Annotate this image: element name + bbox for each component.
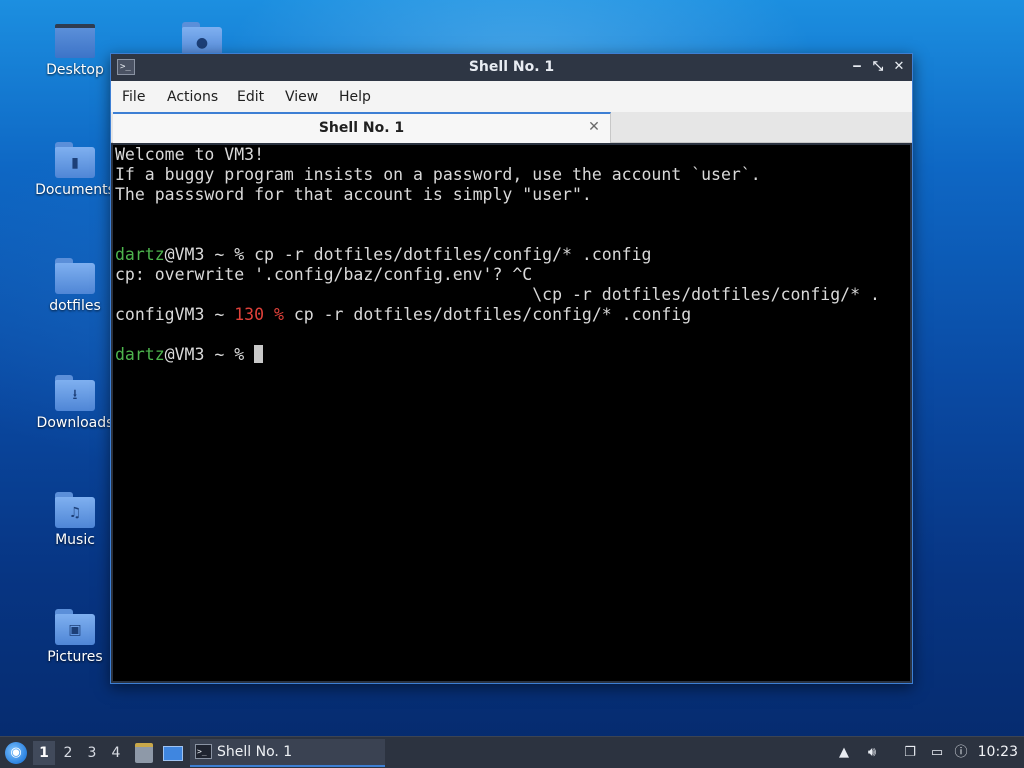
terminal-window[interactable]: >_ Shell No. 1 ‒ ⤡ ✕ File Actions Edit V… <box>110 53 913 684</box>
tab-strip: Shell No. 1 ✕ <box>111 112 912 143</box>
taskbar: ◉ 1 2 3 4 >_ Shell No. 1 ▲ 🔊︎ ❐ ▭ ⓘ 10:2… <box>0 736 1024 768</box>
folder-documents-icon: ▮ <box>55 142 95 178</box>
terminal-prompt-line: dartz@VM3 ~ % <box>115 345 264 365</box>
menu-view[interactable]: View <box>279 81 324 114</box>
tab-close-icon[interactable]: ✕ <box>586 118 602 136</box>
prompt-user: dartz <box>115 345 165 364</box>
folder-downloads-icon: ⭳ <box>55 375 95 411</box>
desktop-shortcut-label: Desktop <box>46 62 104 78</box>
clock[interactable]: 10:23 <box>978 737 1018 768</box>
terminal-line: cp: overwrite '.config/baz/config.env'? … <box>115 265 533 284</box>
network-icon[interactable]: ▭ <box>928 744 946 762</box>
terminal-icon: >_ <box>195 744 212 759</box>
desktop-shortcut-pictures[interactable]: ▣ Pictures <box>32 609 118 665</box>
tab-shell-1[interactable]: Shell No. 1 ✕ <box>113 112 611 143</box>
desktop-shortcut-downloads[interactable]: ⭳ Downloads <box>32 375 118 431</box>
prompt-prefix: configVM3 ~ <box>115 305 235 324</box>
menu-help[interactable]: Help <box>333 81 377 114</box>
prompt-command: cp -r dotfiles/dotfiles/config/* .config <box>254 245 652 264</box>
menu-edit[interactable]: Edit <box>231 81 270 114</box>
workspace-4[interactable]: 4 <box>105 741 127 765</box>
desktop-shortcut-documents[interactable]: ▮ Documents <box>32 142 118 198</box>
terminal-line: If a buggy program insists on a password… <box>115 165 761 184</box>
desktop-shortcut-label: Downloads <box>36 415 114 431</box>
tray-expand-icon[interactable]: ▲ <box>835 744 853 762</box>
tab-label: Shell No. 1 <box>318 120 405 136</box>
terminal-line: \cp -r dotfiles/dotfiles/config/* . <box>115 285 880 304</box>
exit-status: 130 % <box>234 305 284 324</box>
terminal-line: Welcome to VM3! <box>115 145 265 164</box>
desktop-shortcut-label: Music <box>55 532 95 548</box>
menu-bar: File Actions Edit View Help <box>111 81 912 114</box>
workspace-1[interactable]: 1 <box>33 741 55 765</box>
prompt-host: @VM3 ~ % <box>164 345 255 364</box>
minimize-button[interactable]: ‒ <box>848 58 866 76</box>
menu-actions[interactable]: Actions <box>161 81 224 114</box>
folder-icon <box>55 258 95 294</box>
terminal-line: The passsword for that account is simply… <box>115 185 592 204</box>
desktop-shortcut-dotfiles[interactable]: dotfiles <box>32 258 118 314</box>
close-button[interactable]: ✕ <box>890 58 908 76</box>
folder-music-icon: ♫ <box>55 492 95 528</box>
update-notifier-icon[interactable]: ⓘ <box>952 744 970 762</box>
desktop-icon <box>55 24 95 58</box>
prompt-command: cp -r dotfiles/dotfiles/config/* .config <box>283 305 692 324</box>
show-desktop-icon[interactable] <box>163 746 183 761</box>
text-cursor <box>254 345 264 363</box>
window-titlebar[interactable]: >_ Shell No. 1 ‒ ⤡ ✕ <box>111 54 912 81</box>
prompt-user: dartz <box>115 245 165 264</box>
taskbar-task-label: Shell No. 1 <box>217 744 293 760</box>
file-manager-icon[interactable] <box>135 743 153 763</box>
volume-icon[interactable]: 🔊︎ <box>863 744 881 762</box>
start-menu-icon[interactable]: ◉ <box>5 742 27 764</box>
terminal-prompt-line: configVM3 ~ 130 % cp -r dotfiles/dotfile… <box>115 305 691 325</box>
terminal-output[interactable]: Welcome to VM3! If a buggy program insis… <box>113 145 910 681</box>
folder-pictures-icon: ▣ <box>55 609 95 645</box>
maximize-button[interactable]: ⤡ <box>869 58 887 76</box>
terminal-prompt-line: dartz@VM3 ~ % cp -r dotfiles/dotfiles/co… <box>115 245 651 265</box>
taskbar-task-shell[interactable]: >_ Shell No. 1 <box>190 739 385 767</box>
workspace-2[interactable]: 2 <box>57 741 79 765</box>
desktop-shortcut-desktop[interactable]: Desktop <box>32 24 118 78</box>
desktop-shortcut-music[interactable]: ♫ Music <box>32 492 118 548</box>
prompt-host: @VM3 ~ % <box>164 245 255 264</box>
clipboard-icon[interactable]: ❐ <box>901 744 919 762</box>
desktop-shortcut-label: Pictures <box>47 649 103 665</box>
window-title: Shell No. 1 <box>468 59 555 75</box>
menu-file[interactable]: File <box>116 81 151 114</box>
workspace-3[interactable]: 3 <box>81 741 103 765</box>
desktop-shortcut-label: Documents <box>35 182 115 198</box>
desktop-shortcut-label: dotfiles <box>49 298 101 314</box>
